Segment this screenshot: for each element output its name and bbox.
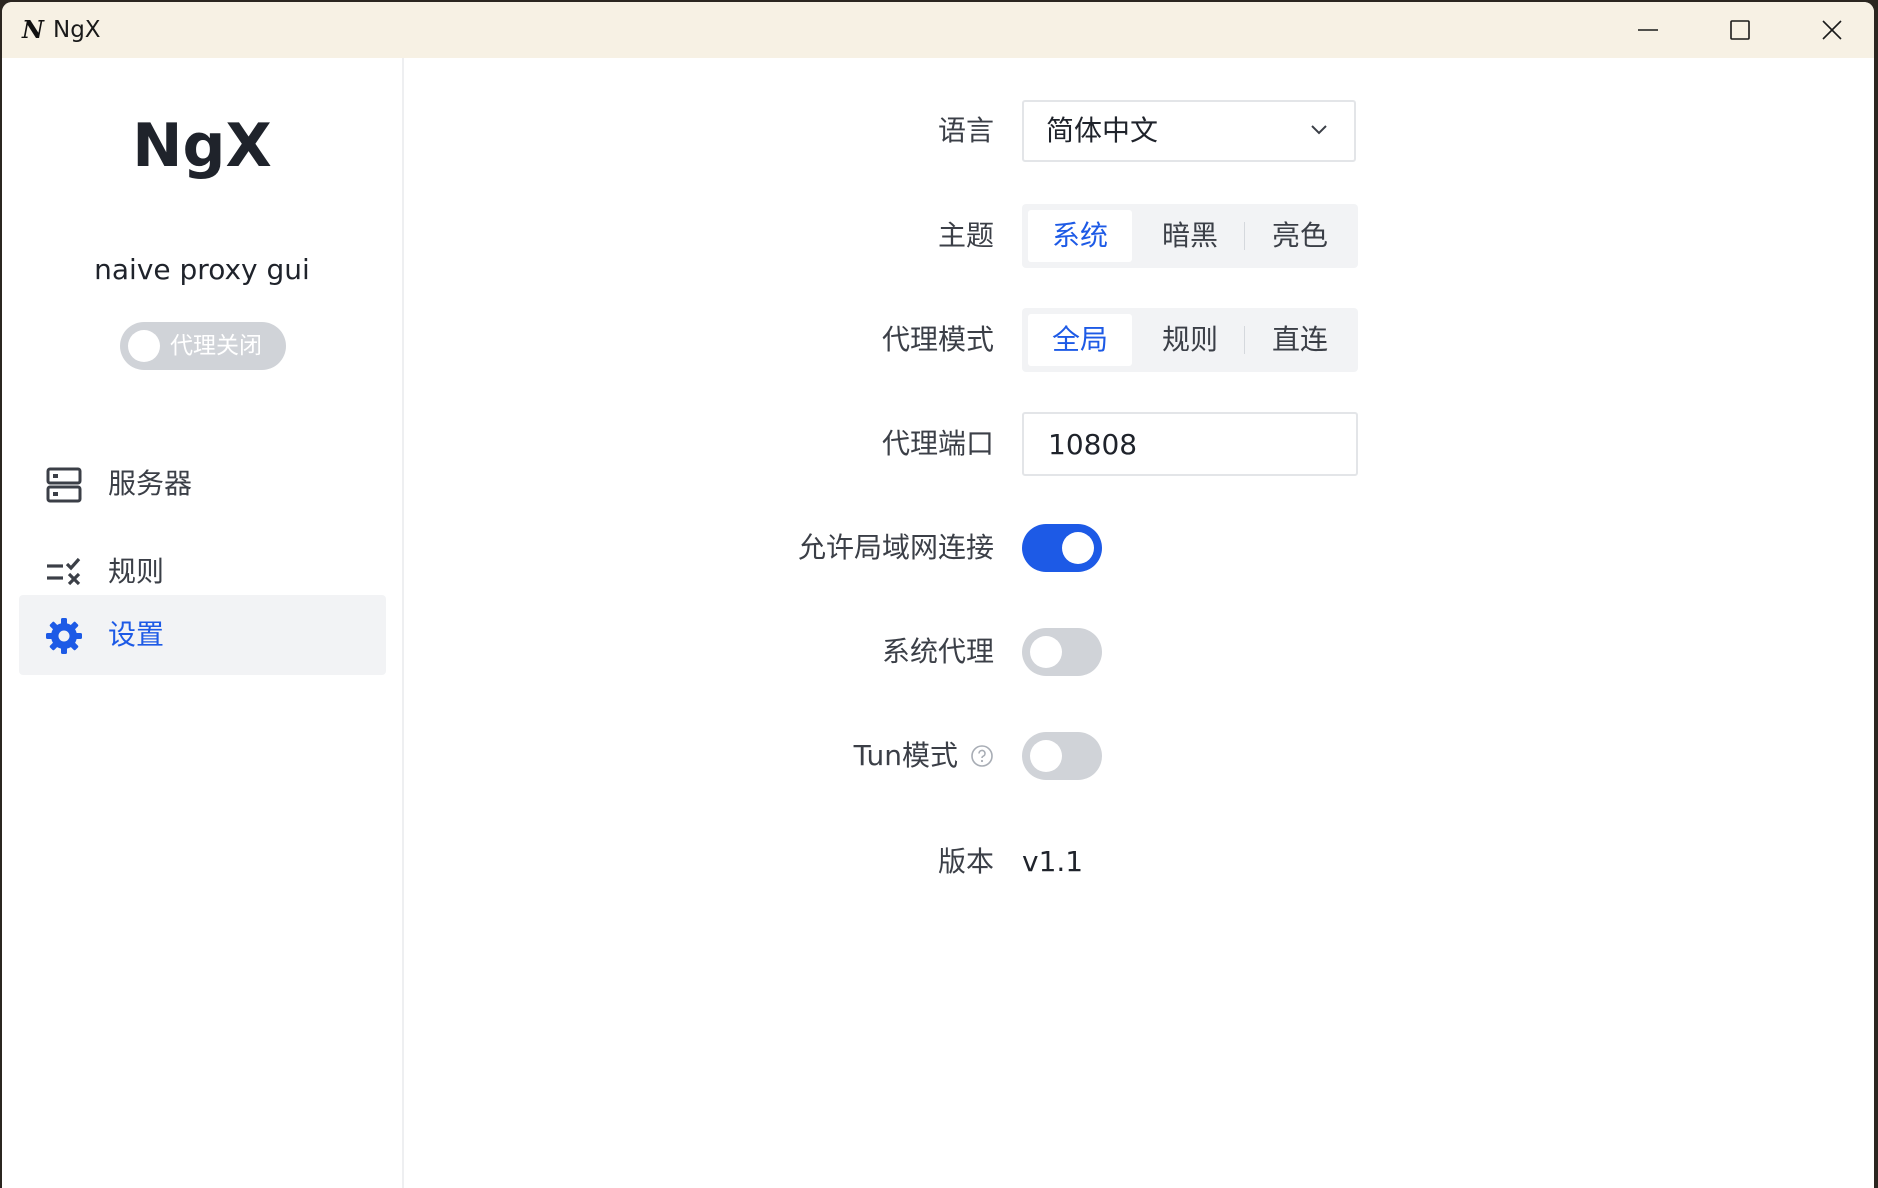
proxy-toggle-label: 代理关闭	[170, 333, 262, 359]
sidebar-item-settings[interactable]: 设置	[19, 595, 386, 675]
switch-knob	[1030, 740, 1062, 772]
chevron-down-icon	[1311, 125, 1327, 135]
language-select-value: 简体中文	[1046, 114, 1159, 147]
theme-option-dark[interactable]: 暗黑	[1138, 210, 1242, 262]
proxy-mode-option-global[interactable]: 全局	[1028, 314, 1132, 366]
maximize-button[interactable]	[1694, 2, 1786, 58]
version-value: v1.1	[1022, 845, 1084, 878]
proxy-mode-label: 代理模式	[881, 323, 994, 356]
tun-mode-label: Tun模式	[853, 739, 958, 772]
minimize-icon	[1638, 29, 1658, 31]
proxy-mode-option-direct[interactable]: 直连	[1248, 314, 1352, 366]
system-proxy-label: 系统代理	[881, 635, 994, 668]
sidebar-item-label: 服务器	[108, 467, 193, 500]
server-icon	[46, 467, 82, 503]
sidebar-item-servers[interactable]: 服务器	[19, 444, 386, 524]
tun-mode-switch[interactable]	[1022, 732, 1102, 780]
theme-label: 主题	[937, 219, 994, 252]
language-select[interactable]: 简体中文	[1022, 100, 1356, 162]
proxy-power-toggle[interactable]: 代理关闭	[120, 322, 286, 370]
brand-subtitle: naive proxy gui	[94, 253, 310, 286]
app-logo-icon: N	[22, 15, 44, 44]
version-label: 版本	[937, 845, 994, 878]
switch-knob	[1062, 532, 1094, 564]
rules-icon	[47, 557, 81, 586]
help-icon[interactable]	[970, 744, 994, 768]
gear-icon	[46, 618, 82, 654]
allow-lan-switch[interactable]	[1022, 524, 1102, 572]
close-button[interactable]	[1786, 2, 1874, 58]
switch-knob	[1030, 636, 1062, 668]
minimize-button[interactable]	[1602, 2, 1694, 58]
sidebar-item-label: 设置	[108, 618, 165, 651]
segment-divider	[1244, 326, 1245, 354]
proxy-mode-option-rules[interactable]: 规则	[1138, 314, 1242, 366]
system-proxy-switch[interactable]	[1022, 628, 1102, 676]
theme-option-light[interactable]: 亮色	[1248, 210, 1352, 262]
sidebar: NgX naive proxy gui 代理关闭 服务器 规则 设置	[2, 58, 404, 1188]
toggle-knob	[128, 330, 160, 362]
tun-mode-label-row: Tun模式	[594, 736, 994, 776]
window-title: NgX	[53, 17, 101, 43]
app-window: N NgX NgX naive proxy gui 代理关闭 服务器 规则 设置…	[2, 2, 1874, 1188]
segment-divider	[1244, 222, 1245, 250]
settings-panel: 语言 简体中文 主题 系统 暗黑 亮色 代理模式 全局 规则 直连 代理端口 允…	[404, 58, 1874, 1188]
theme-option-system[interactable]: 系统	[1028, 210, 1132, 262]
brand-title: NgX	[132, 111, 272, 181]
close-icon	[1822, 20, 1842, 40]
proxy-mode-segmented-control: 全局 规则 直连	[1022, 308, 1358, 372]
proxy-port-input[interactable]	[1022, 412, 1358, 476]
title-bar[interactable]: N NgX	[2, 2, 1874, 58]
language-label: 语言	[937, 114, 994, 147]
maximize-icon	[1730, 20, 1750, 40]
theme-segmented-control: 系统 暗黑 亮色	[1022, 204, 1358, 268]
allow-lan-label: 允许局域网连接	[797, 531, 994, 564]
proxy-port-label: 代理端口	[881, 427, 994, 460]
